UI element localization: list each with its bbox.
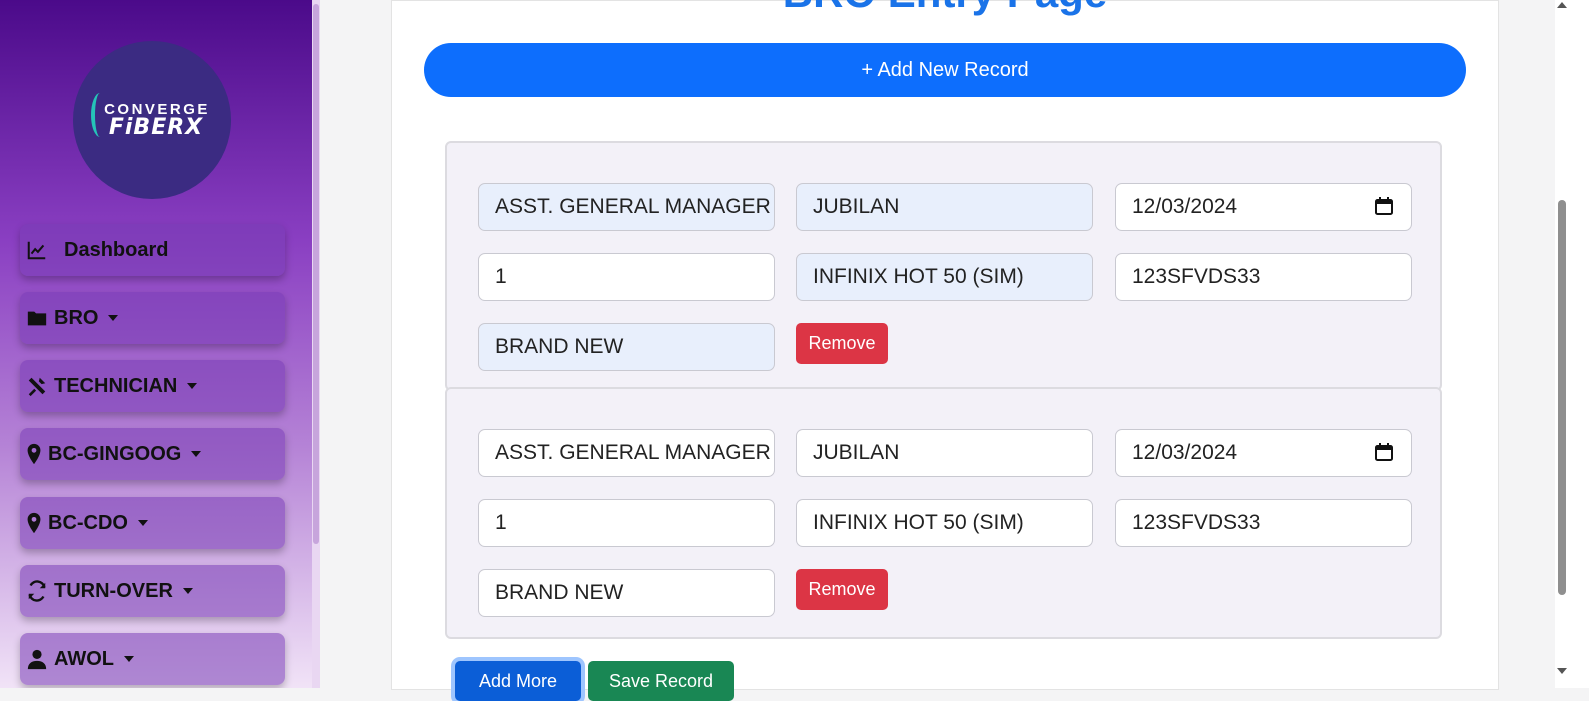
sidebar-item-label: TECHNICIAN [54, 374, 178, 397]
sync-icon [28, 580, 46, 602]
chevron-down-icon [108, 315, 119, 321]
chevron-down-icon [124, 656, 134, 662]
sidebar-item-label: AWOL [54, 647, 114, 670]
chevron-down-icon [187, 383, 198, 389]
quantity-field[interactable]: 1 [478, 253, 775, 301]
map-pin-icon [27, 443, 41, 465]
date-field[interactable]: 12/03/2024 [1115, 183, 1412, 231]
remove-button[interactable]: Remove [796, 323, 888, 364]
calendar-icon[interactable] [1375, 197, 1393, 215]
sidebar-item-label: TURN-OVER [54, 579, 173, 602]
item-field[interactable]: INFINIX HOT 50 (SIM) [796, 499, 1093, 547]
logo-bottom-text: FiBERX [108, 114, 204, 140]
sidebar-item-bc-cdo[interactable]: BC-CDO [20, 497, 285, 549]
page-scrollbar[interactable] [1555, 0, 1589, 688]
date-value: 12/03/2024 [1132, 195, 1238, 218]
date-value: 12/03/2024 [1132, 441, 1238, 464]
entry-card: BRO Entry Page + Add New Record ASST. GE… [391, 0, 1499, 701]
sidebar-item-bc-gingoog[interactable]: BC-GINGOOG [20, 428, 285, 480]
chevron-down-icon [182, 588, 193, 594]
sidebar-item-label: BC-CDO [48, 511, 128, 534]
remove-button[interactable]: Remove [796, 569, 888, 610]
map-pin-icon [27, 512, 41, 534]
serial-field[interactable]: 123SFVDS33 [1115, 499, 1412, 547]
name-field[interactable]: JUBILAN [796, 429, 1093, 477]
add-new-record-button[interactable]: + Add New Record [424, 43, 1466, 97]
serial-field[interactable]: 123SFVDS33 [1115, 253, 1412, 301]
item-field[interactable]: INFINIX HOT 50 (SIM) [796, 253, 1093, 301]
condition-field[interactable]: BRAND NEW [478, 569, 775, 617]
sidebar-scrollbar[interactable] [312, 0, 320, 688]
add-more-button[interactable]: Add More [455, 661, 581, 701]
quantity-field[interactable]: 1 [478, 499, 775, 547]
logo-swoosh-icon [91, 93, 109, 137]
sidebar-item-dashboard[interactable]: Dashboard [20, 224, 285, 276]
user-icon [27, 649, 47, 670]
sidebar-item-label: BC-GINGOOG [48, 442, 182, 465]
converge-fiberx-logo[interactable]: CONVERGE FiBERX [73, 41, 231, 199]
save-record-button[interactable]: Save Record [588, 661, 734, 701]
chart-line-icon [27, 241, 46, 260]
position-field[interactable]: ASST. GENERAL MANAGER [478, 429, 775, 477]
scroll-up-icon[interactable] [1557, 2, 1567, 8]
sidebar-item-label: Dashboard [64, 238, 169, 261]
sidebar-item-bro[interactable]: BRO [20, 292, 285, 344]
sidebar-item-awol[interactable]: AWOL [20, 633, 285, 685]
page-scrollbar-thumb[interactable] [1558, 200, 1566, 595]
record-group: ASST. GENERAL MANAGER JUBILAN 12/03/2024… [445, 387, 1442, 639]
name-field[interactable]: JUBILAN [796, 183, 1093, 231]
sidebar: CONVERGE FiBERX Dashboard BRO TECHNICIAN… [0, 0, 320, 688]
sidebar-item-technician[interactable]: TECHNICIAN [20, 360, 285, 412]
chevron-down-icon [191, 451, 202, 457]
condition-field[interactable]: BRAND NEW [478, 323, 775, 371]
date-field[interactable]: 12/03/2024 [1115, 429, 1412, 477]
folder-icon [27, 311, 47, 326]
sidebar-item-turn-over[interactable]: TURN-OVER [20, 565, 285, 617]
scroll-down-icon[interactable] [1557, 668, 1567, 674]
chevron-down-icon [138, 520, 148, 526]
sidebar-item-label: BRO [54, 306, 99, 329]
page-title: BRO Entry Page [392, 0, 1498, 17]
tools-icon [28, 377, 46, 397]
calendar-icon[interactable] [1375, 443, 1393, 461]
sidebar-scrollbar-thumb[interactable] [313, 4, 319, 544]
record-group: ASST. GENERAL MANAGER JUBILAN 12/03/2024… [445, 141, 1442, 391]
position-field[interactable]: ASST. GENERAL MANAGER [478, 183, 775, 231]
